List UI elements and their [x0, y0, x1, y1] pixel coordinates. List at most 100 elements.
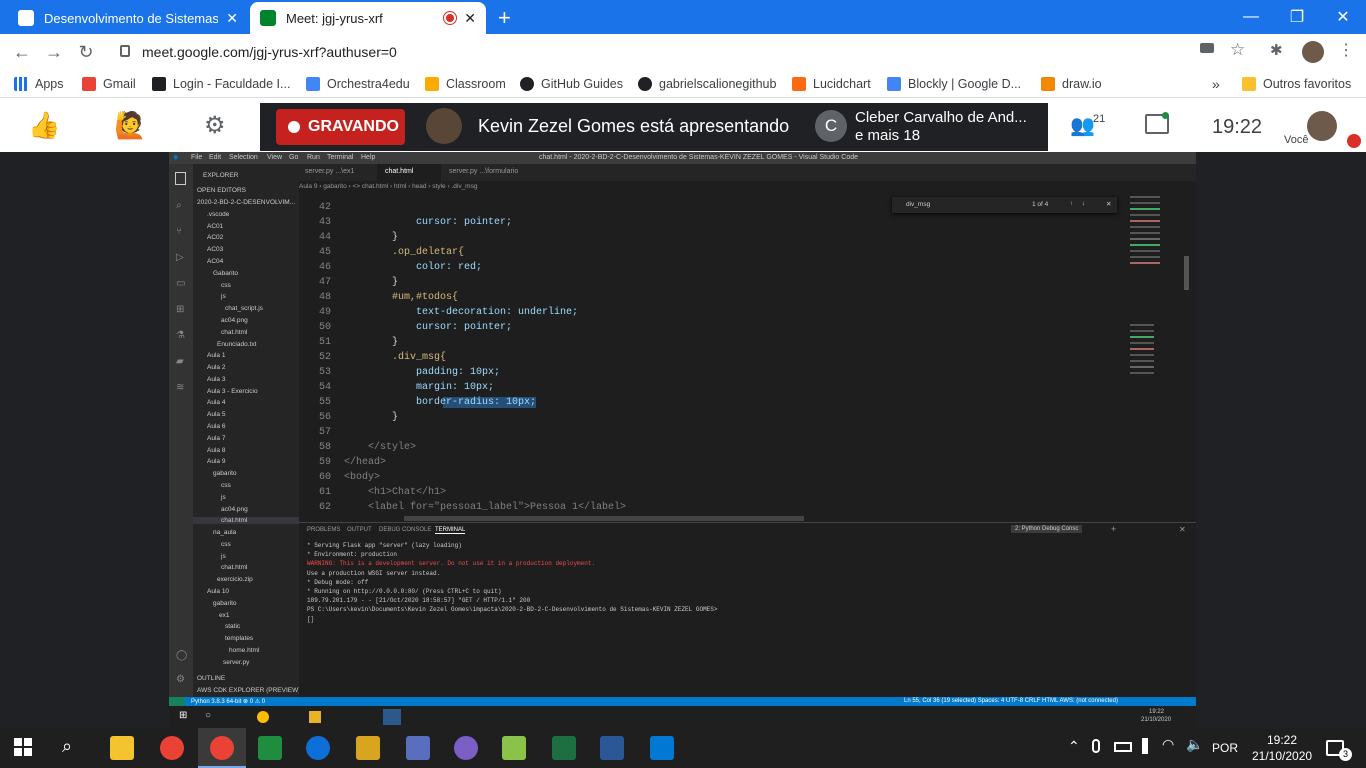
reload-button[interactable]: ↻ — [74, 40, 98, 64]
tree-item[interactable]: ac04.png — [221, 317, 248, 324]
tool-icon[interactable] — [502, 736, 526, 760]
excel-icon[interactable] — [552, 736, 576, 760]
tree-item[interactable]: gabarito — [213, 470, 237, 477]
tree-item[interactable]: AC01 — [207, 223, 223, 230]
minimize-button[interactable]: — — [1228, 0, 1274, 34]
tree-item[interactable]: AC02 — [207, 234, 223, 241]
tree-item[interactable]: Aula 7 — [207, 435, 225, 442]
close-window-button[interactable]: ✕ — [1320, 0, 1366, 34]
editor-tab-active[interactable]: chat.html — [377, 164, 441, 181]
tree-item[interactable]: chat_script.js — [225, 305, 263, 312]
minimap[interactable] — [1124, 194, 1190, 519]
chrome-icon[interactable] — [210, 736, 234, 760]
archive-icon[interactable] — [356, 736, 380, 760]
close-icon[interactable]: ✕ — [464, 10, 476, 27]
find-widget[interactable]: div_msg 1 of 4 ↑ ↓ ✕ — [892, 197, 1117, 213]
panel-tab-problems[interactable]: PROBLEMS — [307, 527, 340, 533]
tree-item[interactable]: na_aula — [213, 529, 236, 536]
menu-edit[interactable]: Edit — [209, 154, 221, 161]
address-bar[interactable]: meet.google.com/jgj-yrus-xrf?authuser=0 — [112, 38, 1272, 66]
bookmark-lucidchart[interactable]: Lucidchart — [792, 75, 871, 93]
test-icon[interactable]: ⚗ — [176, 330, 185, 341]
extensions-icon[interactable]: ✱ — [1270, 41, 1283, 59]
file-explorer-icon[interactable] — [110, 736, 134, 760]
add-terminal-icon[interactable]: + — [1111, 524, 1116, 534]
tree-item[interactable]: Aula 3 — [207, 376, 225, 383]
bookmark-other[interactable]: Outros favoritos — [1242, 75, 1351, 93]
remote-indicator[interactable] — [169, 697, 185, 706]
tree-item[interactable]: Aula 1 — [207, 352, 225, 359]
account-icon[interactable]: ◯ — [176, 650, 187, 661]
editor-tab[interactable]: server.py ...\ex1 — [305, 168, 354, 175]
bookmark-drawio[interactable]: draw.io — [1041, 75, 1102, 93]
aws-icon[interactable]: ≋ — [176, 382, 184, 393]
find-next-icon[interactable]: ↓ — [1082, 200, 1085, 207]
bookmark-classroom[interactable]: Classroom — [425, 75, 506, 93]
language-indicator[interactable]: POR — [1212, 741, 1238, 755]
thumbs-up-icon[interactable]: 👍 — [28, 110, 60, 141]
tree-item[interactable]: chat.html — [221, 329, 247, 336]
find-prev-icon[interactable]: ↑ — [1070, 200, 1073, 207]
tree-item[interactable]: home.html — [229, 647, 259, 654]
star-icon[interactable]: ☆ — [1230, 40, 1245, 60]
source-control-icon[interactable]: ⑂ — [176, 226, 182, 237]
camera-app-icon[interactable] — [258, 736, 282, 760]
tree-item[interactable]: Aula 2 — [207, 364, 225, 371]
tab-meet[interactable]: Meet: jgj-yrus-xrf ✕ — [250, 2, 486, 34]
taskbar-clock[interactable]: 19:22 21/10/2020 — [1252, 732, 1312, 764]
aws-section[interactable]: AWS CDK EXPLORER (PREVIEW) — [197, 687, 300, 694]
battery-icon[interactable] — [1114, 742, 1132, 752]
tree-item[interactable]: ac04.png — [221, 506, 248, 513]
restore-button[interactable]: ❐ — [1274, 0, 1320, 34]
explorer-icon[interactable] — [175, 172, 186, 185]
back-button[interactable]: ← — [10, 40, 34, 64]
tree-item[interactable]: Aula 9 — [207, 458, 225, 465]
tree-item[interactable]: Aula 6 — [207, 423, 225, 430]
tree-item[interactable]: ex1 — [219, 612, 229, 619]
chrome-icon[interactable] — [160, 736, 184, 760]
remote-icon[interactable]: ▭ — [176, 278, 185, 289]
forward-button[interactable]: → — [42, 40, 66, 64]
terminal-select[interactable]: 2: Python Debug Consc — [1011, 525, 1083, 533]
panel-tab-debug[interactable]: DEBUG CONSOLE — [379, 527, 431, 533]
device-icon[interactable] — [1142, 738, 1148, 754]
self-avatar[interactable] — [1307, 111, 1337, 141]
extensions-icon[interactable]: ⊞ — [176, 304, 184, 315]
menu-terminal[interactable]: Terminal — [327, 154, 353, 161]
status-left[interactable]: Python 3.8.3 64-bit ⊗ 0 ⚠ 0 — [191, 698, 265, 705]
tree-item[interactable]: Aula 5 — [207, 411, 225, 418]
teamviewer-icon[interactable] — [306, 736, 330, 760]
tree-item[interactable]: css — [221, 482, 231, 489]
menu-help[interactable]: Help — [361, 154, 375, 161]
menu-icon[interactable]: ⋮ — [1338, 40, 1354, 60]
windows-start-icon[interactable] — [14, 738, 32, 756]
chevron-up-icon[interactable]: ⌃ — [1068, 738, 1080, 755]
new-tab-button[interactable]: + — [498, 5, 511, 31]
tree-item[interactable]: css — [221, 541, 231, 548]
raise-hand-icon[interactable]: 🙋 — [114, 110, 146, 141]
tree-item[interactable]: Aula 4 — [207, 399, 225, 406]
tree-item[interactable]: AC03 — [207, 246, 223, 253]
terminal[interactable]: * Serving Flask app "server" (lazy loadi… — [299, 536, 1196, 696]
find-input[interactable]: div_msg — [906, 201, 930, 208]
editor-scrollbar[interactable] — [1184, 256, 1189, 290]
tree-item[interactable]: templates — [225, 635, 253, 642]
outline-section[interactable]: OUTLINE — [197, 675, 225, 682]
remote-desktop-icon[interactable] — [600, 736, 624, 760]
tree-item[interactable]: Aula 3 - Exercicio — [207, 388, 258, 395]
tree-item[interactable]: AC04 — [207, 258, 223, 265]
tree-item[interactable]: .vscode — [207, 211, 229, 218]
breadcrumb[interactable]: Aula 9 › gabarito › <> chat.html › html … — [299, 183, 477, 190]
settings-icon[interactable]: ⚙ — [204, 111, 226, 140]
status-right[interactable]: Ln 55, Col 36 (19 selected) Spaces: 4 UT… — [904, 698, 1118, 704]
github-desktop-icon[interactable] — [454, 736, 478, 760]
bookmark-blockly[interactable]: Blockly | Google D... — [887, 75, 1021, 93]
microphone-icon[interactable] — [1092, 739, 1100, 753]
menu-go[interactable]: Go — [289, 154, 298, 161]
tree-item[interactable]: Aula 10 — [207, 588, 229, 595]
tree-item[interactable]: js — [221, 293, 226, 300]
tree-item[interactable]: Gabarito — [213, 270, 238, 277]
tree-item[interactable]: Aula 8 — [207, 447, 225, 454]
more-bookmarks-button[interactable]: » — [1212, 75, 1220, 93]
editor-tab[interactable]: server.py ...\formulario — [449, 168, 518, 175]
